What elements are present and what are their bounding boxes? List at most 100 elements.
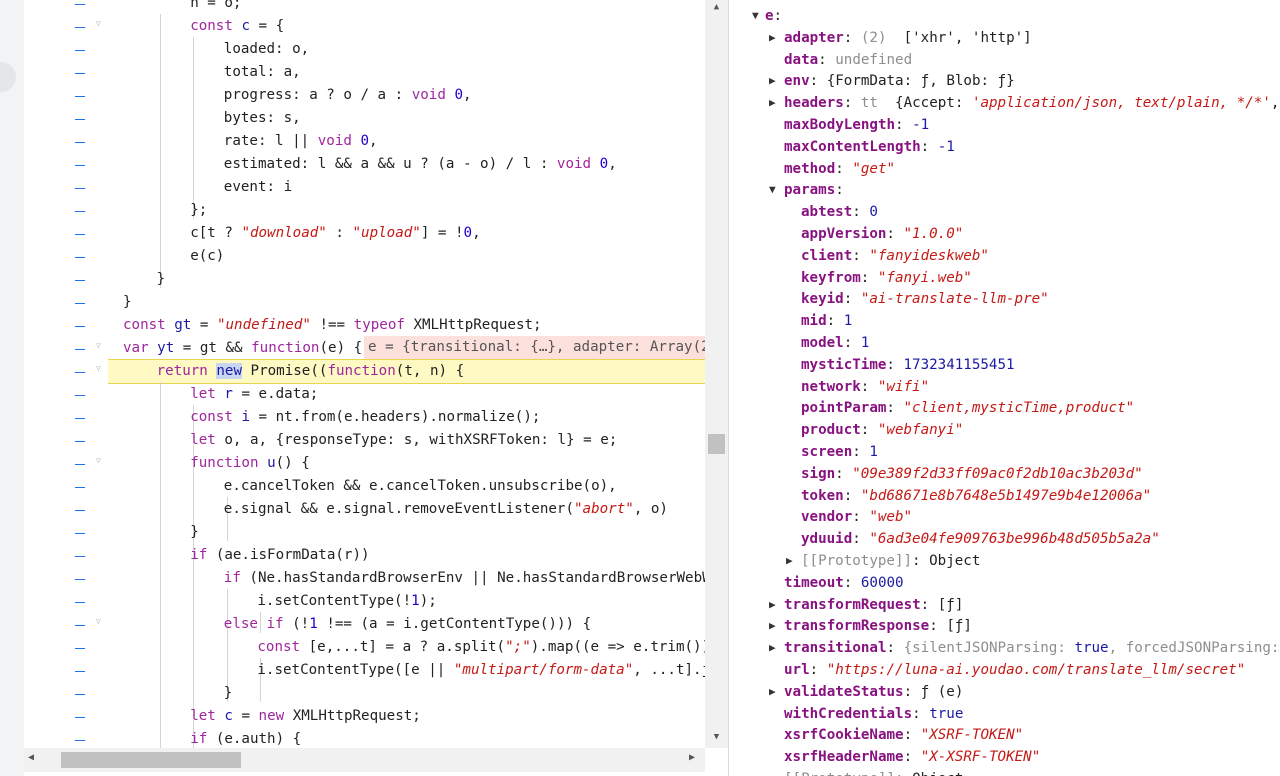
scope-property-row[interactable]: sign: "09e389f2d33ff09ac0f2db10ac3b203d" <box>801 463 1143 485</box>
collapsed-triangle-icon[interactable]: ▶ <box>769 27 776 49</box>
gutter-line-marker[interactable] <box>75 625 85 626</box>
gutter-line-marker[interactable] <box>75 464 85 465</box>
code-line[interactable]: const [e,...t] = a ? a.split(";").map((e… <box>257 636 705 659</box>
code-line[interactable]: const gt = "undefined" !== typeof XMLHtt… <box>123 314 542 337</box>
code-line[interactable]: i.setContentType(!1); <box>257 590 436 613</box>
code-line[interactable]: event: i <box>224 176 292 199</box>
gutter-line-marker[interactable] <box>75 694 85 695</box>
collapsed-triangle-icon[interactable]: ▶ <box>769 681 776 703</box>
scroll-up-arrow-icon[interactable]: ▲ <box>705 0 728 14</box>
gutter-line-marker[interactable] <box>75 326 85 327</box>
gutter-line-marker[interactable] <box>75 73 85 74</box>
scope-property-row[interactable]: timeout: 60000 <box>784 572 904 594</box>
scope-property-row[interactable]: vendor: "web" <box>801 506 912 528</box>
scope-property-row[interactable]: transformRequest: [ƒ] <box>784 594 963 616</box>
gutter-line-marker[interactable] <box>75 119 85 120</box>
fold-arrow-icon[interactable]: ▽ <box>96 19 101 28</box>
fold-arrow-icon[interactable]: ▽ <box>96 456 101 465</box>
collapsed-triangle-icon[interactable]: ▶ <box>769 615 776 637</box>
expanded-triangle-icon[interactable]: ▶ <box>761 187 783 194</box>
code-line[interactable]: estimated: l && a && u ? (a - o) / l : v… <box>224 153 617 176</box>
gutter-line-marker[interactable] <box>75 602 85 603</box>
scope-property-row[interactable]: token: "bd68671e8b7648e5b1497e9b4e12006a… <box>801 485 1151 507</box>
collapsed-triangle-icon[interactable]: ▶ <box>786 550 793 572</box>
scope-property-row[interactable]: yduuid: "6ad3e04fe909763be996b48d505b5a2… <box>801 528 1160 550</box>
horizontal-scroll-thumb[interactable] <box>61 752 241 768</box>
collapsed-triangle-icon[interactable]: ▶ <box>769 92 776 114</box>
code-line[interactable]: total: a, <box>224 61 301 84</box>
code-line[interactable]: var yt = gt && function(e) { <box>123 337 362 360</box>
code-line[interactable]: return new Promise((function(t, n) { <box>157 360 464 383</box>
gutter-line-marker[interactable] <box>75 27 85 28</box>
code-line[interactable]: let o, a, {responseType: s, withXSRFToke… <box>190 429 617 452</box>
code-line[interactable]: function u() { <box>190 452 310 475</box>
scope-property-row[interactable]: withCredentials: true <box>784 703 963 725</box>
scope-property-row[interactable]: keyid: "ai-translate-llm-pre" <box>801 288 1049 310</box>
code-line[interactable]: } <box>190 521 199 544</box>
gutter-line-marker[interactable] <box>75 510 85 511</box>
gutter-line-marker[interactable] <box>75 303 85 304</box>
code-line[interactable]: else if (!1 !== (a = i.getContentType())… <box>224 613 591 636</box>
scope-property-row[interactable]: env: {FormData: ƒ, Blob: ƒ} <box>784 70 1015 92</box>
gutter-line-marker[interactable] <box>75 441 85 442</box>
gutter-line-marker[interactable] <box>75 579 85 580</box>
gutter-line-marker[interactable] <box>75 96 85 97</box>
scope-property-row[interactable]: model: 1 <box>801 332 869 354</box>
scope-property-row[interactable]: data: undefined <box>784 49 912 71</box>
gutter-line-marker[interactable] <box>75 234 85 235</box>
gutter-line-marker[interactable] <box>75 349 85 350</box>
gutter-line-marker[interactable] <box>75 556 85 557</box>
scope-property-row[interactable]: maxContentLength: -1 <box>784 136 955 158</box>
gutter-line-marker[interactable] <box>75 188 85 189</box>
scope-property-row[interactable]: screen: 1 <box>801 441 878 463</box>
scope-property-row[interactable]: headers: tt {Accept: 'application/json, … <box>784 92 1280 114</box>
gutter-line-marker[interactable] <box>75 533 85 534</box>
code-line[interactable]: n = o; <box>190 0 241 15</box>
scope-property-row[interactable]: network: "wifi" <box>801 376 929 398</box>
code-line[interactable]: loaded: o, <box>224 38 309 61</box>
gutter-line-marker[interactable] <box>75 142 85 143</box>
fold-arrow-icon[interactable]: ▽ <box>96 364 101 373</box>
code-line[interactable]: bytes: s, <box>224 107 301 130</box>
scroll-right-arrow-icon[interactable]: ▶ <box>689 752 695 763</box>
code-line[interactable]: e.signal && e.signal.removeEventListener… <box>224 498 668 521</box>
gutter-line-marker[interactable] <box>75 280 85 281</box>
scope-property-row[interactable]: abtest: 0 <box>801 201 878 223</box>
scope-property-row[interactable]: e: <box>765 5 791 27</box>
code-line[interactable]: if (e.auth) { <box>190 728 301 748</box>
gutter-line-marker[interactable] <box>75 50 85 51</box>
gutter-line-marker[interactable] <box>75 4 85 5</box>
gutter-line-marker[interactable] <box>75 211 85 212</box>
scope-property-row[interactable]: mysticTime: 1732341155451 <box>801 354 1015 376</box>
code-line[interactable]: e(c) <box>190 245 224 268</box>
gutter-line-marker[interactable] <box>75 372 85 373</box>
code-line[interactable]: let c = new XMLHttpRequest; <box>190 705 421 728</box>
scope-property-row[interactable]: appVersion: "1.0.0" <box>801 223 963 245</box>
scope-property-row[interactable]: mid: 1 <box>801 310 852 332</box>
code-line[interactable]: } <box>157 268 166 291</box>
scope-property-row[interactable]: transitional: {silentJSONParsing: true, … <box>784 637 1280 659</box>
collapsed-triangle-icon[interactable]: ▶ <box>769 70 776 92</box>
editor-horizontal-scrollbar[interactable]: ◀ ▶ <box>24 748 705 772</box>
gutter-line-marker[interactable] <box>75 717 85 718</box>
scope-property-row[interactable]: url: "https://luna-ai.youdao.com/transla… <box>784 659 1245 681</box>
scope-property-row[interactable]: keyfrom: "fanyi.web" <box>801 267 972 289</box>
code-line[interactable]: e.cancelToken && e.cancelToken.unsubscri… <box>224 475 617 498</box>
code-line[interactable]: if (ae.isFormData(r)) <box>190 544 369 567</box>
gutter-line-marker[interactable] <box>75 740 85 741</box>
scope-property-row[interactable]: xsrfCookieName: "XSRF-TOKEN" <box>784 724 1023 746</box>
code-line[interactable]: }; <box>190 199 207 222</box>
code-editor[interactable]: e = {transitional: {…}, adapter: Array(2… <box>24 0 705 748</box>
collapsed-triangle-icon[interactable]: ▶ <box>769 768 776 776</box>
editor-vertical-scrollbar[interactable]: ▲ ▼ <box>705 0 728 748</box>
scope-property-row[interactable]: params: <box>784 179 852 201</box>
gutter-line-marker[interactable] <box>75 395 85 396</box>
scope-property-row[interactable]: validateStatus: ƒ (e) <box>784 681 963 703</box>
gutter-line-marker[interactable] <box>75 257 85 258</box>
code-line[interactable]: const i = nt.from(e.headers).normalize()… <box>190 406 540 429</box>
scope-property-row[interactable]: adapter: (2) ['xhr', 'http'] <box>784 27 1032 49</box>
code-line[interactable]: let r = e.data; <box>190 383 318 406</box>
fold-arrow-icon[interactable]: ▽ <box>96 341 101 350</box>
code-line[interactable]: i.setContentType([e || "multipart/form-d… <box>257 659 705 682</box>
code-line[interactable]: } <box>224 682 233 705</box>
